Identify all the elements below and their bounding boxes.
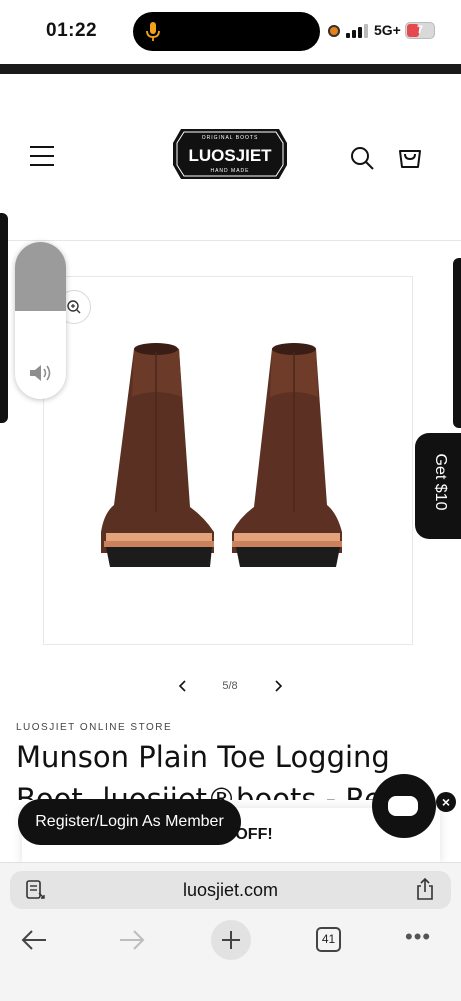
device-edge-shadow (0, 213, 8, 423)
product-image-frame[interactable] (43, 276, 413, 645)
tabs-count-button[interactable]: 41 (316, 927, 341, 952)
cart-icon[interactable] (397, 144, 423, 170)
more-options-icon[interactable]: ••• (405, 926, 433, 950)
status-time: 01:22 (46, 20, 98, 41)
speaker-icon (30, 365, 51, 381)
search-icon[interactable] (349, 145, 375, 171)
right-boot (232, 343, 342, 567)
get-discount-label: Get $10 (432, 453, 449, 511)
chat-button[interactable] (372, 774, 436, 838)
signal-bars-icon (346, 24, 368, 38)
register-login-label: Register/Login As Member (35, 813, 224, 830)
forward-arrow-icon[interactable] (118, 928, 146, 952)
header-divider (0, 240, 461, 241)
page-menu-icon[interactable] (24, 879, 46, 901)
chevron-left-icon[interactable] (176, 678, 190, 694)
gallery-page-indicator: 5/8 (222, 680, 238, 692)
microphone-icon (146, 22, 160, 41)
get-discount-tab[interactable]: Get $10 (415, 433, 461, 539)
left-boot (101, 343, 214, 567)
plus-icon (222, 931, 240, 949)
device-edge-shadow (453, 258, 461, 428)
new-tab-button[interactable] (211, 920, 251, 960)
product-title: Munson Plain Toe Logging Boot- luosjiet®… (16, 740, 401, 800)
brand-logo[interactable]: ORIGINAL BOOTS LUOSJIET HAND MADE (167, 121, 293, 187)
chevron-right-icon[interactable] (271, 678, 285, 694)
svg-text:HAND MADE: HAND MADE (210, 168, 249, 174)
register-login-button[interactable]: Register/Login As Member (18, 799, 241, 845)
top-banner-strip (0, 64, 461, 74)
product-vendor: LUOSJIET ONLINE STORE (16, 722, 173, 733)
close-icon[interactable]: × (436, 792, 456, 812)
recording-indicator-icon (328, 25, 340, 37)
svg-text:LUOSJIET: LUOSJIET (188, 146, 272, 165)
share-icon[interactable] (414, 877, 436, 901)
volume-slider[interactable] (15, 242, 66, 399)
url-text[interactable]: luosjiet.com (140, 880, 321, 901)
battery-level: 7 (416, 24, 424, 36)
chat-bubble-icon (388, 796, 418, 816)
back-arrow-icon[interactable] (20, 928, 48, 952)
menu-icon[interactable] (30, 146, 54, 168)
product-image (101, 343, 342, 567)
svg-text:ORIGINAL BOOTS: ORIGINAL BOOTS (202, 135, 259, 141)
battery-icon: 7 (405, 22, 435, 39)
network-type: 5G+ (374, 22, 401, 38)
dynamic-island (133, 12, 320, 51)
